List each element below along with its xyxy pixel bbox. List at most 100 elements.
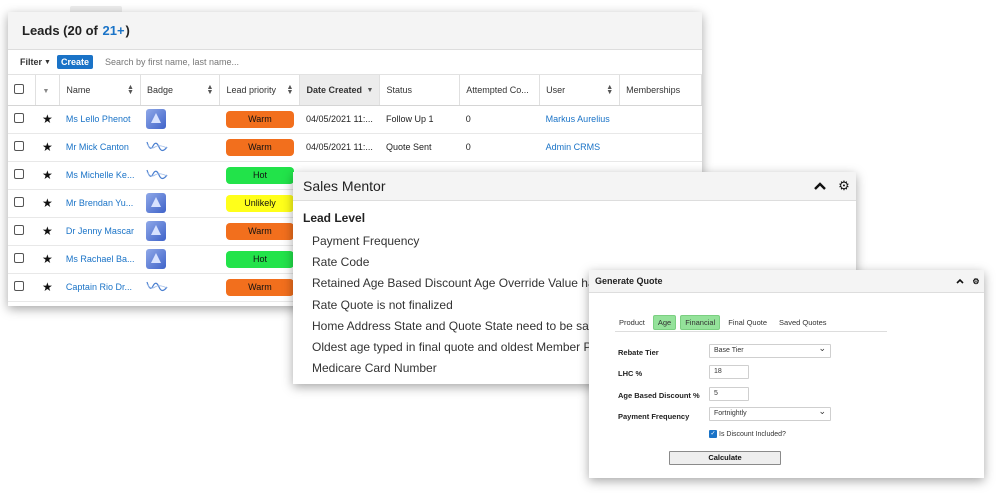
create-button[interactable]: Create	[56, 55, 93, 69]
lead-name-link[interactable]: Mr Mick Canton	[59, 133, 141, 162]
table-row[interactable]: ★ Ms Lello Phenot Warm 04/05/2021 11:... Fol…	[8, 105, 702, 134]
tab-final-quote[interactable]: Final Quote	[724, 316, 771, 329]
star-cell[interactable]: ★	[35, 217, 60, 246]
lead-name-link[interactable]: Captain Rio Dr...	[59, 273, 141, 302]
star-cell[interactable]: ★	[35, 105, 60, 134]
priority-cell: Hot	[219, 161, 300, 190]
column-header-attempted[interactable]: Attempted Co...	[459, 75, 541, 106]
tab-product[interactable]: Product	[615, 316, 649, 329]
user-link[interactable]: Admin CRMS	[539, 133, 620, 162]
column-header-date-created[interactable]: Date Created ▼	[299, 75, 381, 106]
badge-cell	[140, 105, 220, 134]
gear-icon[interactable]: ⚙	[832, 178, 856, 194]
row-checkbox[interactable]	[14, 169, 24, 179]
table-row[interactable]: ★ Mr Mick Canton Warm 04/05/2021 11:... Quot…	[8, 133, 702, 162]
memberships-cell	[619, 105, 702, 134]
row-checkbox-cell[interactable]	[8, 105, 36, 134]
row-checkbox[interactable]	[14, 253, 24, 263]
leads-count-link[interactable]: 21+	[102, 23, 124, 38]
checkmark-icon[interactable]: ✓	[709, 430, 717, 438]
priority-badge: Warm	[225, 138, 294, 156]
column-label: Date Created	[306, 84, 363, 95]
chevron-up-icon[interactable]	[808, 179, 832, 194]
star-icon[interactable]: ★	[42, 196, 53, 210]
badge-cell	[140, 189, 220, 218]
tab-financial[interactable]: Financial	[680, 315, 721, 330]
column-header-user[interactable]: User ▲ ▼	[539, 75, 621, 106]
rebate-tier-select[interactable]: Base Tier	[709, 343, 831, 358]
sort-desc-icon: ▼	[366, 87, 374, 94]
priority-cell: Warm	[219, 133, 300, 162]
star-cell[interactable]: ★	[35, 133, 60, 162]
tab-saved-quotes[interactable]: Saved Quotes	[775, 316, 831, 329]
payment-frequency-select[interactable]: Fortnightly	[709, 406, 831, 421]
column-label: Status	[386, 84, 412, 95]
wave-icon	[146, 281, 168, 292]
star-cell[interactable]: ★	[35, 273, 60, 302]
star-icon[interactable]: ★	[42, 252, 53, 266]
row-checkbox[interactable]	[14, 197, 24, 207]
priority-cell: Warm	[219, 105, 300, 134]
lead-name-link[interactable]: Dr Jenny Mascar	[59, 217, 141, 246]
column-header-lead-priority[interactable]: Lead priority ▲ ▼	[219, 75, 301, 106]
star-icon[interactable]: ★	[42, 224, 53, 238]
sales-mentor-title: Sales Mentor	[303, 178, 386, 194]
row-checkbox-cell[interactable]	[8, 217, 36, 246]
star-cell[interactable]: ★	[35, 189, 60, 218]
row-checkbox[interactable]	[14, 113, 24, 123]
lead-name-link[interactable]: Ms Rachael Ba...	[59, 245, 141, 274]
attempted-cell: 0	[459, 133, 540, 162]
badge-cell	[140, 133, 220, 162]
tab-age[interactable]: Age	[652, 315, 677, 330]
cube-icon	[146, 249, 167, 269]
row-checkbox[interactable]	[14, 281, 24, 291]
badge-cell	[140, 161, 220, 190]
chevron-up-icon[interactable]	[952, 277, 968, 286]
gear-icon[interactable]: ⚙	[968, 277, 984, 286]
discount-included-checkbox[interactable]: ✓ Is Discount Included?	[709, 430, 786, 438]
badge-cell	[140, 245, 220, 274]
column-label: Lead priority	[226, 84, 277, 95]
select-all-checkbox-cell[interactable]	[8, 75, 37, 106]
column-header-name[interactable]: Name ▲ ▼	[59, 75, 141, 106]
age-discount-label: Age Based Discount %	[618, 391, 700, 400]
mentor-item[interactable]: Payment Frequency	[293, 231, 856, 252]
row-checkbox[interactable]	[14, 141, 24, 151]
age-discount-input[interactable]: 5	[709, 387, 749, 401]
sort-icon: ▲ ▼	[127, 84, 134, 96]
column-header-status[interactable]: Status	[379, 75, 461, 106]
row-checkbox-cell[interactable]	[8, 245, 36, 274]
row-checkbox-cell[interactable]	[8, 133, 36, 162]
select-all-checkbox[interactable]	[14, 83, 24, 94]
select-menu-cell[interactable]: ▼	[35, 75, 61, 106]
chevron-down-icon[interactable]: ▼	[42, 88, 49, 95]
star-icon[interactable]: ★	[42, 280, 53, 294]
memberships-cell	[619, 133, 702, 162]
row-checkbox[interactable]	[14, 225, 24, 235]
user-link[interactable]: Markus Aurelius	[539, 105, 620, 134]
sales-mentor-header: Sales Mentor ⚙	[293, 172, 856, 201]
priority-badge: Hot	[225, 166, 294, 184]
row-checkbox-cell[interactable]	[8, 161, 36, 190]
lead-name-link[interactable]: Ms Lello Phenot	[59, 105, 141, 134]
star-icon[interactable]: ★	[42, 140, 53, 154]
column-header-memberships[interactable]: Memberships	[619, 75, 702, 106]
lhc-label: LHC %	[618, 369, 643, 378]
chevron-down-icon: ▼	[44, 58, 51, 66]
star-icon[interactable]: ★	[42, 112, 53, 126]
star-cell[interactable]: ★	[35, 161, 60, 190]
row-checkbox-cell[interactable]	[8, 189, 36, 218]
payment-frequency-label: Payment Frequency	[618, 412, 690, 421]
calculate-button[interactable]: Calculate	[669, 451, 781, 465]
lead-level-heading: Lead Level	[303, 211, 366, 225]
filter-button[interactable]: Filter ▼	[20, 57, 51, 67]
row-checkbox-cell[interactable]	[8, 273, 36, 302]
lhc-input[interactable]: 18	[709, 365, 749, 379]
star-cell[interactable]: ★	[35, 245, 60, 274]
lead-name-link[interactable]: Ms Michelle Ke...	[59, 161, 141, 190]
star-icon[interactable]: ★	[42, 168, 53, 182]
column-header-badge[interactable]: Badge ▲ ▼	[140, 75, 221, 106]
priority-badge: Hot	[225, 250, 294, 268]
lead-name-link[interactable]: Mr Brendan Yu...	[59, 189, 141, 218]
search-input[interactable]	[102, 56, 363, 68]
